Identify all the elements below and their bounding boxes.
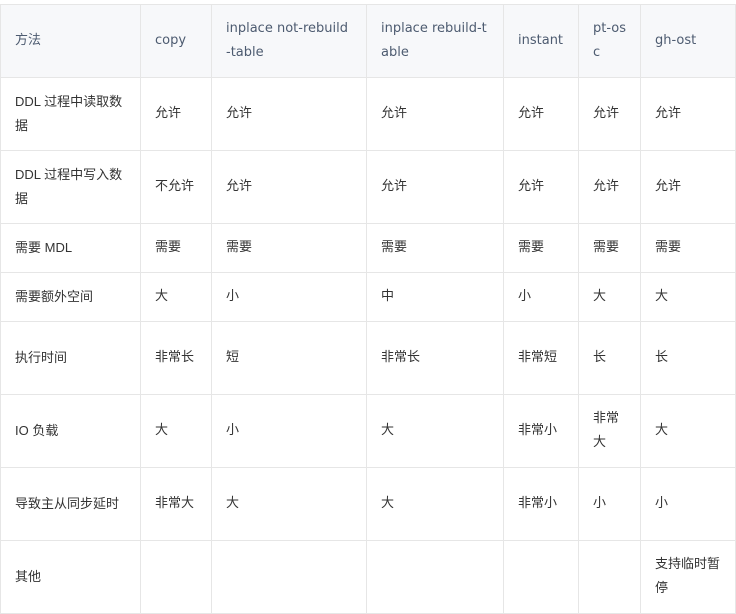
table-row: 需要 MDL 需要 需要 需要 需要 需要 需要 xyxy=(0,223,736,273)
table-cell: 非常小 xyxy=(503,394,579,468)
header-cell-gh-ost: gh-ost xyxy=(640,4,736,78)
table-cell: 允许 xyxy=(640,77,736,151)
table-cell: 需要 xyxy=(140,223,212,273)
table-cell: 需要 xyxy=(503,223,579,273)
table-cell: 中 xyxy=(366,272,504,322)
header-cell-inplace-not-rebuild: inplace not-rebuild-table xyxy=(211,4,367,78)
row-label-cell: 导致主从同步延时 xyxy=(0,467,141,541)
table-cell: 大 xyxy=(578,272,641,322)
table-cell: 小 xyxy=(503,272,579,322)
table-cell: 小 xyxy=(640,467,736,541)
table-cell: 允许 xyxy=(366,150,504,224)
table-cell: 大 xyxy=(211,467,367,541)
table-cell: 需要 xyxy=(640,223,736,273)
table-row: 导致主从同步延时 非常大 大 大 非常小 小 小 xyxy=(0,467,736,541)
table-cell xyxy=(578,540,641,614)
table-cell: 大 xyxy=(140,272,212,322)
table-cell: 允许 xyxy=(140,77,212,151)
table-cell: 非常大 xyxy=(578,394,641,468)
table-cell: 长 xyxy=(578,321,641,395)
header-cell-copy: copy xyxy=(140,4,212,78)
table-cell: 大 xyxy=(366,467,504,541)
table-cell: 非常长 xyxy=(366,321,504,395)
row-label-cell: DDL 过程中写入数据 xyxy=(0,150,141,224)
row-label-cell: 需要额外空间 xyxy=(0,272,141,322)
header-cell-instant: instant xyxy=(503,4,579,78)
header-cell-inplace-rebuild: inplace rebuild-table xyxy=(366,4,504,78)
table-cell: 大 xyxy=(366,394,504,468)
table-cell: 长 xyxy=(640,321,736,395)
header-cell-pt-osc: pt-osc xyxy=(578,4,641,78)
table-cell: 需要 xyxy=(211,223,367,273)
table-cell: 小 xyxy=(211,394,367,468)
table-cell: 大 xyxy=(640,394,736,468)
table-cell: 需要 xyxy=(366,223,504,273)
table-cell xyxy=(503,540,579,614)
table-cell: 小 xyxy=(578,467,641,541)
ddl-comparison-table: 方法 copy inplace not-rebuild-table inplac… xyxy=(0,4,736,614)
table-cell: 允许 xyxy=(503,150,579,224)
table-header-row: 方法 copy inplace not-rebuild-table inplac… xyxy=(0,4,736,78)
row-label-cell: 执行时间 xyxy=(0,321,141,395)
table-cell: 短 xyxy=(211,321,367,395)
table-cell: 不允许 xyxy=(140,150,212,224)
table-row: DDL 过程中读取数据 允许 允许 允许 允许 允许 允许 xyxy=(0,77,736,151)
table-cell: 非常小 xyxy=(503,467,579,541)
row-label-cell: 其他 xyxy=(0,540,141,614)
row-label-cell: DDL 过程中读取数据 xyxy=(0,77,141,151)
table-cell: 非常长 xyxy=(140,321,212,395)
table-cell xyxy=(211,540,367,614)
table-cell: 小 xyxy=(211,272,367,322)
table-cell: 允许 xyxy=(578,150,641,224)
table-row: 其他 支持临时暂停 xyxy=(0,540,736,614)
table-cell: 非常短 xyxy=(503,321,579,395)
table-row: 需要额外空间 大 小 中 小 大 大 xyxy=(0,272,736,322)
table-cell: 允许 xyxy=(211,77,367,151)
table-cell: 允许 xyxy=(211,150,367,224)
table-cell xyxy=(366,540,504,614)
table-cell: 需要 xyxy=(578,223,641,273)
table-cell: 大 xyxy=(140,394,212,468)
table-cell: 允许 xyxy=(366,77,504,151)
table-cell: 允许 xyxy=(503,77,579,151)
table-cell: 支持临时暂停 xyxy=(640,540,736,614)
row-label-cell: 需要 MDL xyxy=(0,223,141,273)
table-row: IO 负载 大 小 大 非常小 非常大 大 xyxy=(0,394,736,468)
table-cell: 非常大 xyxy=(140,467,212,541)
header-cell-method: 方法 xyxy=(0,4,141,78)
row-label-cell: IO 负载 xyxy=(0,394,141,468)
table-cell: 大 xyxy=(640,272,736,322)
table-cell: 允许 xyxy=(640,150,736,224)
table-row: DDL 过程中写入数据 不允许 允许 允许 允许 允许 允许 xyxy=(0,150,736,224)
table-cell xyxy=(140,540,212,614)
table-row: 执行时间 非常长 短 非常长 非常短 长 长 xyxy=(0,321,736,395)
table-cell: 允许 xyxy=(578,77,641,151)
